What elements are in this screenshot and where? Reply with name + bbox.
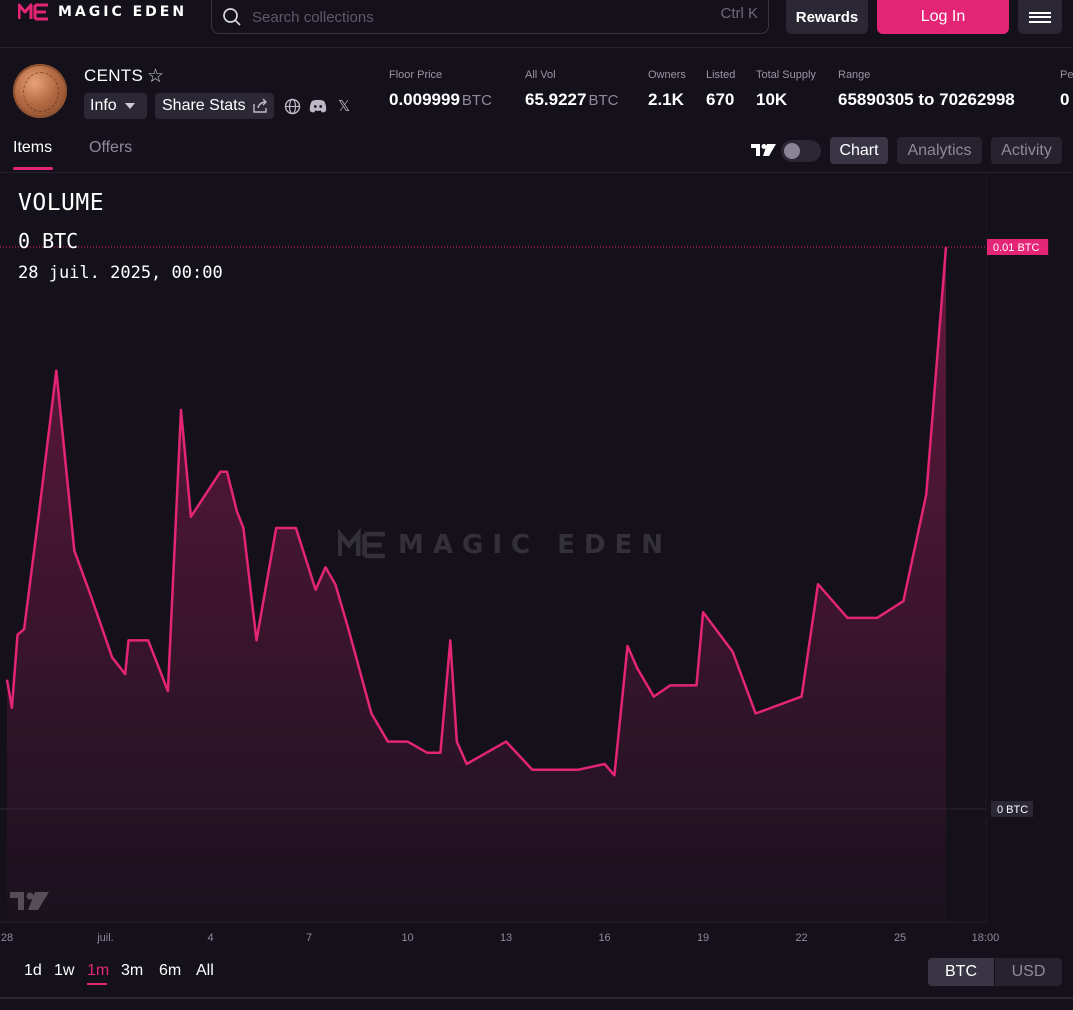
stat-label: Listed: [706, 69, 736, 81]
watermark-logo-icon: [338, 528, 385, 559]
currency-btc-button[interactable]: BTC: [928, 958, 994, 986]
x-tick-label: 22: [795, 932, 807, 944]
magic-eden-logo-icon: [18, 3, 48, 21]
legend-value: 0 BTC: [18, 229, 79, 253]
search-shortcut: Ctrl K: [720, 5, 759, 22]
stat-value: 65890305 to 70262998: [838, 90, 1015, 109]
share-stats-label: Share Stats: [162, 97, 246, 114]
star-icon[interactable]: ☆: [147, 65, 164, 88]
info-label: Info: [90, 97, 117, 114]
chevron-down-icon: [124, 103, 135, 109]
range-1m[interactable]: 1m: [87, 962, 109, 980]
stat-label: All Vol: [525, 69, 556, 81]
chart-watermark: MAGIC EDEN: [338, 528, 672, 562]
tradingview-watermark-icon[interactable]: [10, 890, 50, 912]
stat-value: 2.1K: [648, 90, 684, 109]
hamburger-icon: [1029, 9, 1051, 25]
view-chart-button[interactable]: Chart: [830, 137, 888, 164]
search-icon: [223, 8, 241, 26]
stat-number: 65.9227: [525, 90, 587, 109]
stat-label: Owners: [648, 69, 686, 81]
tabs-divider: [0, 172, 1073, 173]
x-tick-label: 10: [401, 932, 413, 944]
view-activity-button[interactable]: Activity: [991, 137, 1062, 164]
chart-svg: 0.01 BTC 0 BTC 28 juil. 4 7 10 13 16 19 22 25 18:00: [0, 174, 1049, 944]
range-3m[interactable]: 3m: [121, 962, 143, 980]
tab-active-indicator: [13, 167, 53, 170]
x-tick-label: 19: [697, 932, 709, 944]
stat-label: Pe: [1060, 69, 1073, 81]
share-stats-button[interactable]: Share Stats: [155, 93, 274, 119]
globe-icon[interactable]: [283, 97, 301, 115]
view-analytics-button[interactable]: Analytics: [897, 137, 982, 164]
x-tick-label: 4: [208, 932, 214, 944]
legend-title: VOLUME: [18, 190, 105, 216]
rewards-button[interactable]: Rewards: [786, 0, 868, 34]
range-1w[interactable]: 1w: [54, 962, 74, 980]
stat-value: 0.009999 BTC: [389, 90, 492, 110]
discord-icon[interactable]: [309, 97, 327, 115]
stat-label: Total Supply: [756, 69, 816, 81]
stat-total-supply: Total Supply 10K: [756, 69, 816, 110]
tab-offers[interactable]: Offers: [89, 139, 132, 157]
volume-area: [7, 247, 946, 922]
stat-unit: BTC: [588, 92, 619, 109]
legend-date: 28 juil. 2025, 00:00: [18, 263, 223, 283]
x-tick-label: juil.: [96, 932, 114, 944]
y-tick-label-zero: 0 BTC: [997, 804, 1028, 816]
logo-text: MAGIC EDEN: [58, 4, 188, 20]
x-tick-label: 18:00: [972, 932, 1000, 944]
stat-range: Range 65890305 to 70262998: [838, 69, 1015, 110]
stat-label: Range: [838, 69, 871, 81]
bottom-divider: [0, 997, 1073, 999]
x-tick-label: 28: [1, 932, 13, 944]
collection-name: CENTS: [84, 66, 144, 85]
x-twitter-icon[interactable]: 𝕏: [335, 97, 353, 115]
menu-button[interactable]: [1018, 0, 1062, 34]
login-button[interactable]: Log In: [877, 0, 1009, 34]
stat-unit: BTC: [461, 92, 492, 109]
stat-all-vol: All Vol 65.9227 BTC: [525, 69, 618, 110]
stat-listed: Listed 670: [706, 69, 735, 110]
stat-value: 65.9227 BTC: [525, 90, 618, 110]
top-bar: MAGIC EDEN Ctrl K Rewards Log In: [0, 0, 1073, 48]
stat-label: Floor Price: [389, 69, 443, 81]
stat-value: 0: [1060, 90, 1070, 109]
currency-usd-button[interactable]: USD: [995, 958, 1062, 986]
tradingview-icon[interactable]: [751, 143, 777, 157]
stat-value: 670: [706, 90, 735, 109]
x-tick-label: 25: [894, 932, 906, 944]
x-tick-label: 13: [500, 932, 512, 944]
x-tick-label: 7: [306, 932, 312, 944]
share-icon: [252, 98, 267, 113]
search-box[interactable]: Ctrl K: [211, 0, 769, 34]
range-6m[interactable]: 6m: [159, 962, 181, 980]
info-dropdown[interactable]: Info: [84, 93, 147, 119]
stat-value: 10K: [756, 90, 788, 109]
y-tick-label-max: 0.01 BTC: [993, 242, 1040, 254]
stat-owners: Owners 2.1K: [648, 69, 686, 110]
range-active-indicator: [87, 983, 107, 985]
stat-floor-price: Floor Price 0.009999 BTC: [389, 69, 492, 110]
x-tick-label: 16: [598, 932, 610, 944]
tab-items[interactable]: Items: [13, 139, 52, 157]
stat-number: 0.009999: [389, 90, 460, 109]
range-1d[interactable]: 1d: [24, 962, 42, 980]
watermark-text: MAGIC EDEN: [398, 530, 673, 560]
range-all[interactable]: All: [196, 962, 214, 980]
logo[interactable]: MAGIC EDEN: [18, 3, 187, 21]
tradingview-toggle[interactable]: [781, 140, 821, 162]
search-input[interactable]: [252, 8, 692, 26]
volume-chart[interactable]: 0.01 BTC 0 BTC 28 juil. 4 7 10 13 16 19 22 25 18:00: [0, 174, 1073, 954]
stat-partial: Pe 0: [1060, 69, 1073, 110]
collection-avatar: [13, 64, 67, 118]
